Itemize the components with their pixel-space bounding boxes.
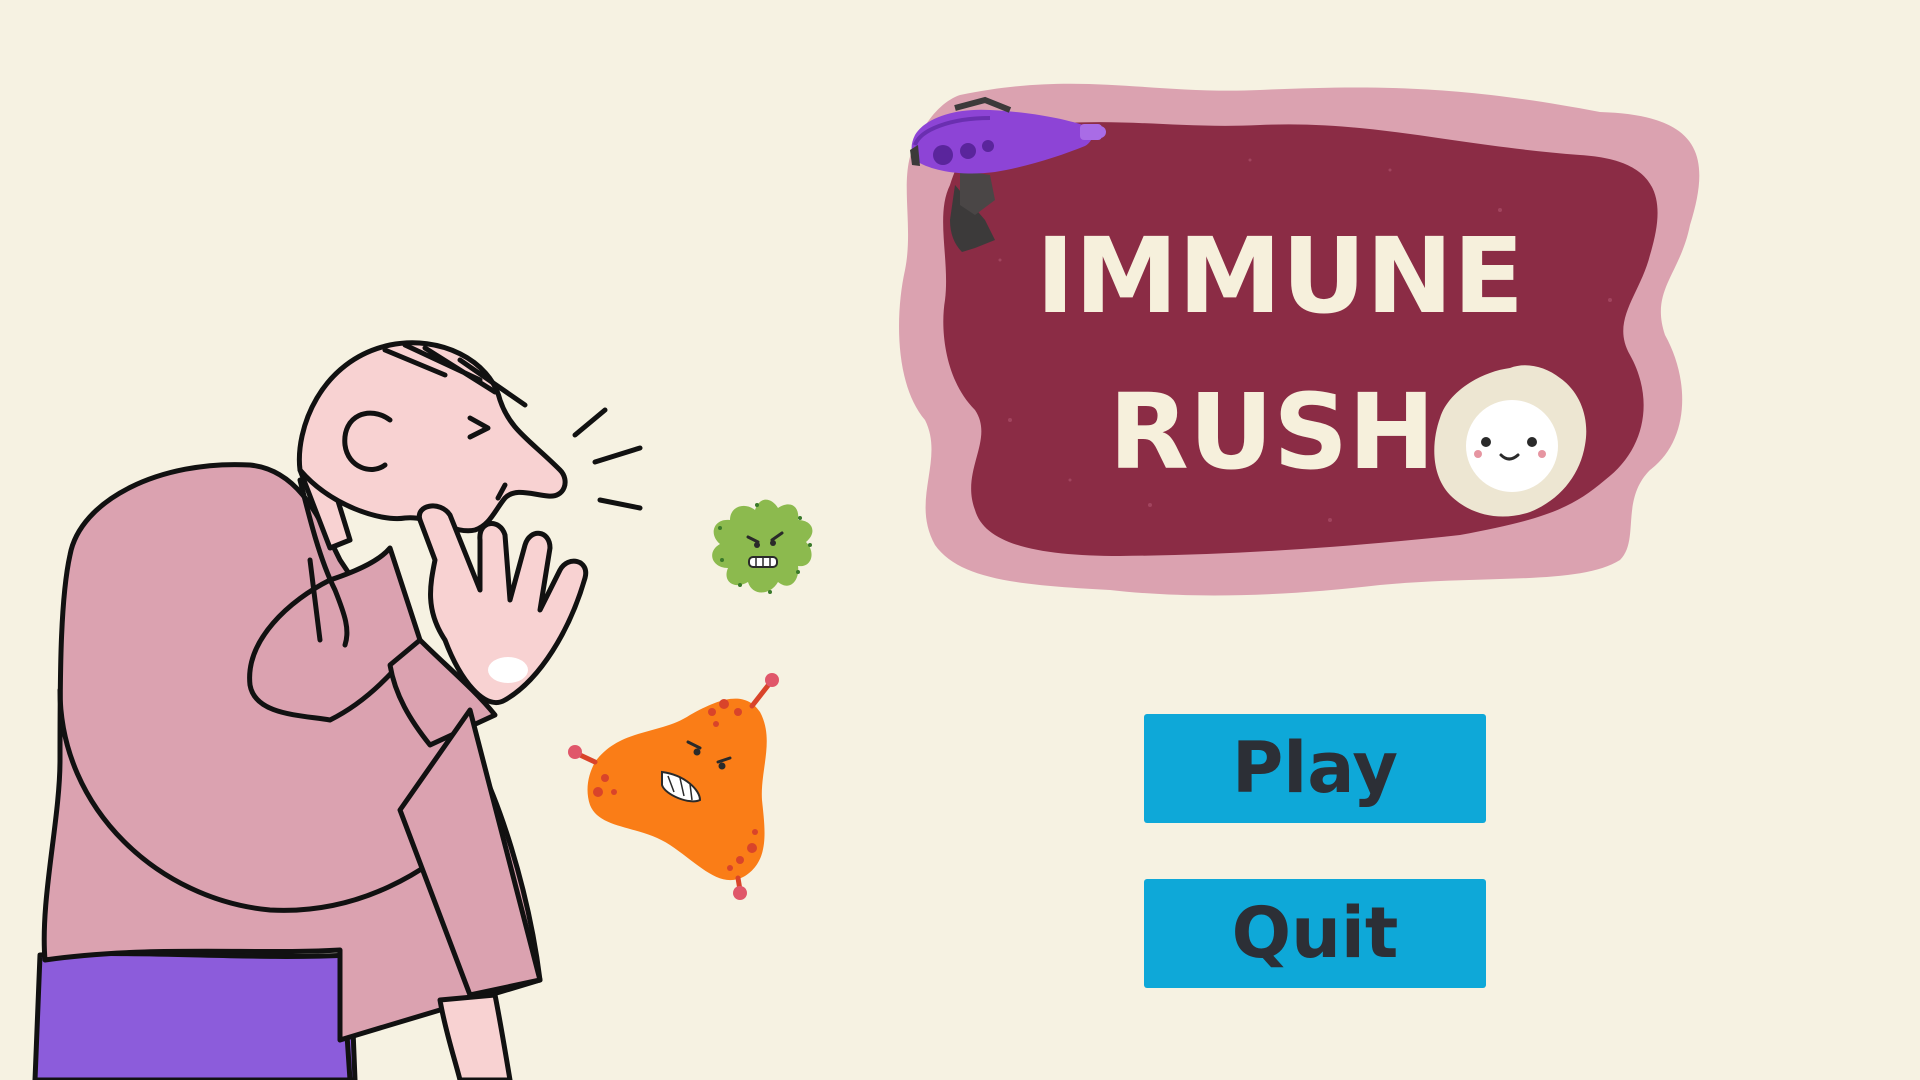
green-germ-icon xyxy=(712,499,813,594)
sneezing-man-illustration xyxy=(32,340,643,1080)
title-line-2: RUSH xyxy=(1109,371,1435,493)
play-button[interactable]: Play xyxy=(1144,714,1486,823)
quit-button[interactable]: Quit xyxy=(1144,879,1486,988)
orange-virus-icon xyxy=(568,673,779,900)
main-menu-screen: IMMUNE RUSH Play Quit xyxy=(0,0,1920,1080)
title-line-1: IMMUNE xyxy=(1036,215,1524,337)
scene-illustration: IMMUNE RUSH xyxy=(32,83,1700,1080)
